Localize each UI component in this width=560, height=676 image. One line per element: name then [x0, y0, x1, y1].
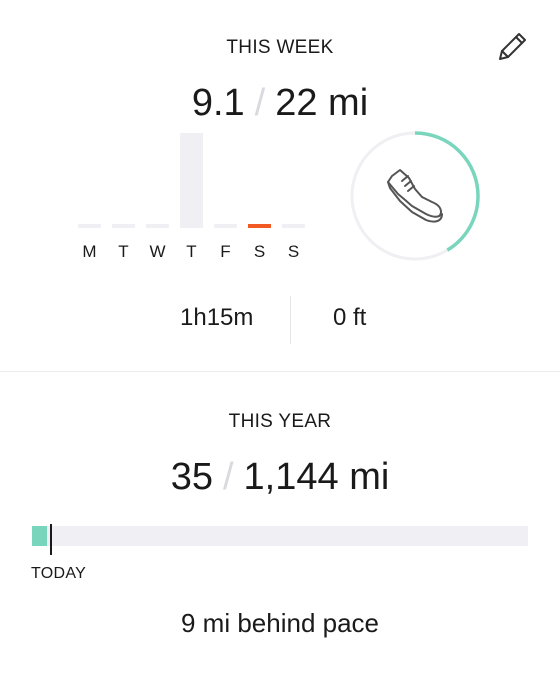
day-bar	[248, 224, 271, 228]
year-progress-bar	[32, 526, 528, 546]
day-column: T	[180, 128, 203, 261]
year-progress-fill	[32, 526, 48, 546]
year-separator: /	[222, 456, 234, 498]
year-distance-row: 35/1,144 mi	[0, 456, 560, 499]
stats-divider	[290, 296, 291, 344]
week-stats: 1h15m 0 ft	[0, 296, 560, 344]
day-label: S	[287, 242, 300, 261]
shoe-icon	[387, 169, 443, 223]
daily-bar-chart: MTWTFSS	[78, 128, 310, 261]
week-distance-row: 9.1/22 mi	[0, 82, 560, 125]
day-column: M	[78, 128, 101, 261]
day-label: W	[149, 242, 166, 261]
week-elevation: 0 ft	[333, 304, 367, 331]
edit-goal-button[interactable]	[494, 29, 530, 65]
week-moving-time: 1h15m	[180, 304, 254, 331]
this-year-title: THIS YEAR	[228, 411, 332, 432]
day-label: F	[220, 242, 231, 261]
year-distance: 35	[170, 456, 213, 498]
today-marker	[49, 524, 52, 555]
week-separator: /	[254, 82, 266, 124]
day-label: T	[186, 242, 197, 261]
day-column: S	[248, 128, 271, 261]
pencil-icon	[499, 33, 526, 60]
week-goal: 22 mi	[275, 82, 369, 124]
day-bar	[282, 224, 305, 228]
weekly-goal-ring	[349, 130, 481, 262]
day-label: T	[118, 242, 129, 261]
year-goal: 1,144 mi	[243, 456, 390, 498]
this-week-section: THIS WEEK 9.1/22 mi MTWTFSS 1h15m 0 ft	[0, 0, 560, 371]
day-label: S	[253, 242, 266, 261]
day-label: M	[82, 242, 97, 261]
day-bar	[180, 133, 203, 228]
day-bar	[78, 224, 101, 228]
week-distance: 9.1	[191, 82, 245, 124]
day-column: W	[146, 128, 169, 261]
day-bar	[214, 224, 237, 228]
day-column: S	[282, 128, 305, 261]
day-column: F	[214, 128, 237, 261]
today-label: TODAY	[31, 565, 87, 582]
this-week-title: THIS WEEK	[226, 37, 334, 58]
day-column: T	[112, 128, 135, 261]
day-bar	[112, 224, 135, 228]
this-year-section: THIS YEAR 35/1,144 mi TODAY 9 mi behind …	[0, 372, 560, 676]
day-bar	[146, 224, 169, 228]
pace-status: 9 mi behind pace	[180, 608, 380, 638]
